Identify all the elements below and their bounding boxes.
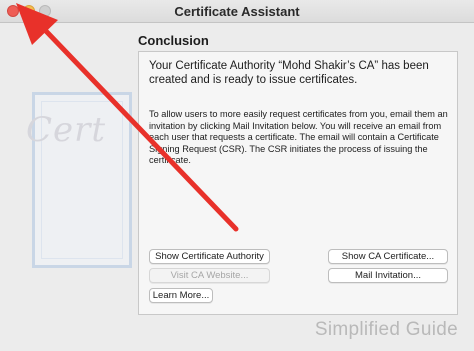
red-arrow-icon — [16, 3, 239, 232]
